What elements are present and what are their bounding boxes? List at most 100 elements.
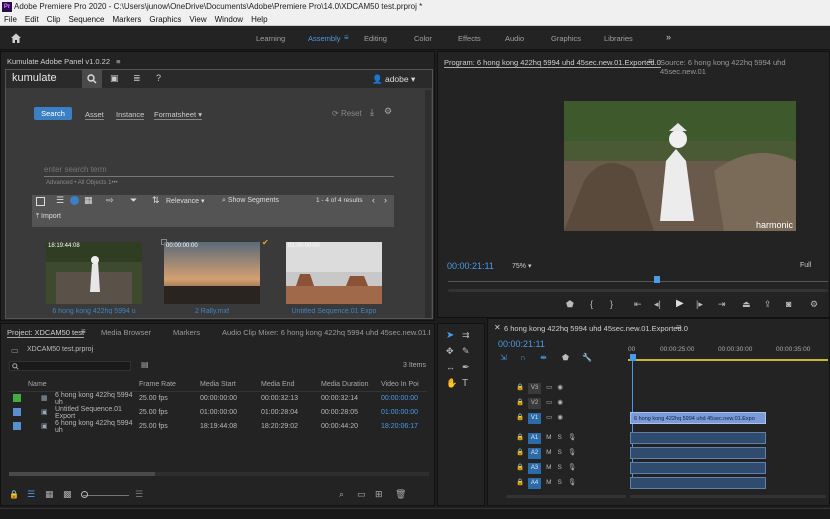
export-frame-icon[interactable]: ◙ [786,299,791,309]
workspace-editing[interactable]: Editing [364,34,387,43]
zoom-dropdown[interactable]: 75% ▾ [512,262,531,270]
mic-icon[interactable]: 🎙 [568,464,576,471]
workspace-assembly[interactable]: Assembly [308,34,341,43]
workspace-libraries[interactable]: Libraries [604,34,633,43]
workspace-audio[interactable]: Audio [505,34,524,43]
gear-icon[interactable]: ⚙ [384,106,392,117]
add-marker-icon[interactable]: ⬟ [562,353,569,362]
reset-button[interactable]: ⟳ Reset [332,109,362,118]
track-label-a4[interactable]: A4 [528,478,542,489]
program-zoom-scrollbar[interactable] [448,289,828,292]
label-color-swatch[interactable] [13,421,21,430]
solo-button[interactable]: S [558,479,562,486]
lock-icon[interactable]: 🔒 [516,464,524,471]
sync-lock-icon[interactable]: ▭ [546,384,552,391]
lock-icon[interactable]: 🔒 [9,490,19,499]
column-name[interactable]: Name [9,379,139,391]
menu-window[interactable]: Window [215,14,243,25]
markers-tab[interactable]: Markers [173,328,200,337]
label-color-swatch[interactable] [13,393,21,402]
list-view-icon[interactable]: ☰ [56,195,64,206]
track-label-a3[interactable]: A3 [528,463,542,474]
add-marker-icon[interactable]: ⬟ [566,299,574,310]
lift-icon[interactable]: ⏏ [742,299,751,310]
zoom-slider-handle[interactable] [81,491,88,498]
home-icon[interactable] [10,32,22,44]
mark-out-icon[interactable]: } [610,299,613,309]
source-tab[interactable]: Source: 6 hong kong 422hq 5994 uhd 45sec… [660,58,829,76]
briefcase-icon[interactable]: ▣ [110,73,119,84]
audio-clip-a1[interactable] [630,432,766,444]
prev-page-icon[interactable]: ‹ [372,195,375,205]
kumulate-scrollbar[interactable] [425,90,431,318]
panel-menu-icon[interactable]: ≡ [81,327,86,336]
program-timecode[interactable]: 00:00:21:11 [447,261,494,271]
search-tab[interactable] [82,70,102,88]
step-forward-icon[interactable]: |▸ [696,299,703,310]
audio-clip-a3[interactable] [630,462,766,474]
project-horizontal-scrollbar[interactable] [9,472,429,476]
workspace-color[interactable]: Color [414,34,432,43]
menu-sequence[interactable]: Sequence [68,14,104,25]
menu-edit[interactable]: Edit [25,14,39,25]
timeline-track-scrollbar[interactable] [506,495,626,498]
timeline-playhead-handle[interactable] [630,354,636,361]
search-button[interactable]: Search [34,107,72,120]
solo-button[interactable]: S [558,434,562,441]
program-ruler[interactable] [448,281,828,282]
quality-dropdown[interactable]: Full [800,262,811,269]
selection-tool-icon[interactable]: ➤ [446,330,454,341]
list-view-icon[interactable]: ☰ [27,489,35,500]
thumbnail-view-icon[interactable] [70,196,79,205]
search-input[interactable] [44,163,394,177]
timeline-tab[interactable]: 6 hong kong 422hq 5994 uhd 45sec.new.01.… [504,324,688,333]
lock-icon[interactable]: 🔒 [516,434,524,441]
next-page-icon[interactable]: › [384,195,387,205]
column-frame-rate[interactable]: Frame Rate [139,379,200,391]
mark-in-icon[interactable]: { [590,299,593,309]
instance-tab[interactable]: Instance [116,110,145,120]
slip-tool-icon[interactable]: ↔ [446,362,455,372]
user-menu[interactable]: 👤 adobe ▾ [372,74,415,85]
import-button[interactable]: ⤒ Import [36,213,61,221]
track-label-a1[interactable]: A1 [528,433,542,444]
hand-tool-icon[interactable]: ✋ [446,378,457,389]
eye-icon[interactable]: ◉ [557,384,563,391]
mic-icon[interactable]: 🎙 [568,434,576,441]
column-media-end[interactable]: Media End [261,379,321,391]
eye-icon[interactable]: ◉ [557,399,563,406]
relevance-dropdown[interactable]: Relevance ▾ [166,197,205,205]
panel-menu-icon[interactable]: ≡ [116,57,120,66]
column-media-start[interactable]: Media Start [200,379,261,391]
kumulate-panel-tab[interactable]: Kumulate Adobe Panel v1.0.22 ≡ [7,57,120,66]
asset-tab[interactable]: Asset [85,110,104,120]
linked-selection-icon[interactable]: ⇼ [540,353,547,362]
extract-icon[interactable]: ⇪ [764,299,772,310]
mute-button[interactable]: M [546,449,551,456]
settings-icon[interactable]: ⚙ [810,299,818,310]
workspace-menu-icon[interactable]: ≡ [344,33,349,42]
ripple-edit-tool-icon[interactable]: ✥ [446,346,454,357]
search-filter-hint[interactable]: Advanced • All Objects 1••• [46,180,118,186]
type-tool-icon[interactable]: T [462,378,468,389]
mic-icon[interactable]: 🎙 [568,479,576,486]
lock-icon[interactable]: 🔒 [516,399,524,406]
show-segments-button[interactable]: ⌕ Show Segments [222,197,279,205]
solo-button[interactable]: S [558,449,562,456]
sort-icon[interactable]: ⇅ [152,195,160,206]
eye-icon[interactable]: ◉ [557,414,563,421]
panel-menu-icon[interactable]: ≡ [676,323,681,332]
mute-button[interactable]: M [546,479,551,486]
lock-icon[interactable]: 🔒 [516,414,524,421]
formatsheet-dropdown[interactable]: Formatsheet ▾ [154,110,202,120]
program-playhead[interactable] [654,276,660,283]
column-video-in-point[interactable]: Video In Poi [381,379,427,391]
wrench-icon[interactable]: 🔧 [582,353,592,362]
audio-clip-mixer-tab[interactable]: Audio Clip Mixer: 6 hong kong 422hq 5994… [222,328,430,337]
video-clip[interactable]: 6 hong kong 422hq 5994 uhd 45sec.new.01.… [630,412,766,424]
workspace-graphics[interactable]: Graphics [551,34,581,43]
go-to-in-icon[interactable]: ⇤ [634,299,642,310]
help-icon[interactable]: ? [156,73,161,83]
select-all-checkbox[interactable] [36,197,45,206]
workspace-effects[interactable]: Effects [458,34,481,43]
